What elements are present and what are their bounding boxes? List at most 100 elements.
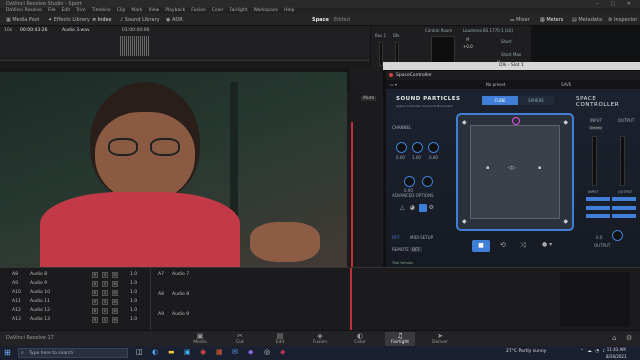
- record-arm-button[interactable]: R: [92, 271, 98, 278]
- clock[interactable]: 11:43 AM 8/26/2021: [606, 346, 627, 360]
- tab-sphere[interactable]: SPHERE: [518, 96, 554, 105]
- record-arm-button[interactable]: R: [92, 298, 98, 305]
- route-button[interactable]: [586, 197, 610, 201]
- play-button[interactable]: ■: [472, 240, 490, 252]
- store-icon[interactable]: ▣: [184, 348, 191, 356]
- page-color[interactable]: ◐ Color: [345, 332, 375, 346]
- metadata-button[interactable]: ▤ Metadata: [572, 16, 602, 24]
- window-controls[interactable]: ‒ ▢ ✕: [596, 0, 636, 8]
- playhead[interactable]: [351, 122, 353, 267]
- preset-menu-icon[interactable]: ▭ ▾: [390, 80, 397, 89]
- track-row[interactable]: A12 Audio 12 R S M 1.0: [0, 306, 150, 315]
- loop-icon[interactable]: ⟲: [500, 241, 506, 249]
- plugin-window-titlebar[interactable]: Dlk - Slot 1: [383, 62, 640, 70]
- mute-track-button[interactable]: M: [112, 289, 118, 296]
- page-media[interactable]: ▣ Media: [185, 332, 215, 346]
- mixer-button[interactable]: ⚌ Mixer: [510, 16, 530, 24]
- track-row[interactable]: A9 Audio 9: [156, 310, 216, 319]
- solo-button[interactable]: S: [102, 316, 108, 323]
- office-icon[interactable]: ▦: [216, 348, 223, 356]
- route-button[interactable]: [612, 214, 636, 219]
- advanced-options-label[interactable]: ADVANCED OPTIONS: [392, 193, 434, 198]
- source-position-handle[interactable]: [512, 117, 520, 125]
- toggle-active[interactable]: [419, 204, 427, 212]
- edge-browser-icon[interactable]: ◐: [152, 348, 158, 356]
- preset-name[interactable]: No preset: [486, 80, 505, 89]
- midi-setup-button[interactable]: MIDI SETUP: [410, 235, 433, 240]
- effects-library-button[interactable]: ✦ Effects Library: [48, 16, 90, 24]
- loudness-standard[interactable]: BS.1770-1 (LU): [483, 28, 513, 33]
- meters-button[interactable]: ▥ Meters: [540, 16, 563, 24]
- solo-button[interactable]: S: [102, 307, 108, 314]
- sound-library-button[interactable]: ♪ Sound Library: [120, 16, 160, 24]
- page-edit[interactable]: ▤ Edit: [265, 332, 295, 346]
- mode-off-toggle[interactable]: OFF: [392, 235, 400, 240]
- knob[interactable]: [412, 142, 423, 153]
- remote-select[interactable]: OFF: [410, 247, 422, 252]
- track-row[interactable]: A8 Audio 8 R S M 1.0: [0, 270, 150, 279]
- playhead[interactable]: [350, 268, 352, 331]
- route-button[interactable]: [586, 205, 610, 210]
- record-arm-button[interactable]: R: [92, 289, 98, 296]
- mute-track-button[interactable]: M: [112, 316, 118, 323]
- solo-button[interactable]: S: [102, 298, 108, 305]
- knob[interactable]: [404, 176, 415, 187]
- knob[interactable]: [428, 142, 439, 153]
- solo-button[interactable]: S: [102, 280, 108, 287]
- file-explorer-icon[interactable]: ▬: [168, 348, 175, 356]
- record-arm-button[interactable]: R: [92, 280, 98, 287]
- mute-track-button[interactable]: M: [112, 298, 118, 305]
- page-cut[interactable]: ✂ Cut: [225, 332, 255, 346]
- output-knob[interactable]: [612, 230, 623, 241]
- solo-button[interactable]: S: [102, 289, 108, 296]
- record-arm-button[interactable]: R: [92, 307, 98, 314]
- record-icon[interactable]: ● ▾: [542, 241, 552, 248]
- head-icon[interactable]: ◕: [410, 204, 418, 212]
- route-button[interactable]: [612, 205, 636, 210]
- resolve-taskbar-icon[interactable]: ◎: [264, 348, 270, 356]
- stereo-select[interactable]: Stereo: [588, 126, 604, 130]
- fader-area[interactable]: [560, 272, 630, 327]
- teams-icon[interactable]: ◆: [248, 348, 253, 356]
- tab-cube[interactable]: CUBE: [482, 96, 518, 105]
- track-row[interactable]: A8 Audio 8: [156, 290, 216, 299]
- track-row[interactable]: A10 Audio 10 R S M 1.0: [0, 288, 150, 297]
- triangle-icon[interactable]: △: [400, 204, 408, 212]
- track-row[interactable]: A11 Audio 11 R S M 1.0: [0, 297, 150, 306]
- mute-track-button[interactable]: M: [112, 280, 118, 287]
- cube-panner[interactable]: ◆ ◆ ◆ ◆ ▪ ▪ ◁▷: [456, 113, 574, 231]
- track-row[interactable]: A9 Audio 9 R S M 1.0: [0, 279, 150, 288]
- page-deliver[interactable]: ➤ Deliver: [425, 332, 455, 346]
- windows-start-icon[interactable]: ⊞: [4, 348, 11, 357]
- track-row[interactable]: A13 Audio 13 R S M 1.0: [0, 315, 150, 324]
- mail-icon[interactable]: ✉: [232, 348, 238, 356]
- record-arm-button[interactable]: R: [92, 316, 98, 323]
- track-row[interactable]: A7 Audio 7: [156, 270, 216, 279]
- mute-track-button[interactable]: M: [112, 307, 118, 314]
- gear-icon[interactable]: ⚙: [429, 204, 437, 212]
- timeline-ruler[interactable]: [0, 60, 370, 68]
- index-button[interactable]: ≡ Index: [92, 16, 112, 24]
- knob[interactable]: [396, 142, 407, 153]
- page-fairlight[interactable]: ♫ Fairlight: [385, 332, 415, 346]
- shuffle-icon[interactable]: ⤨: [520, 241, 526, 250]
- route-button[interactable]: [586, 214, 610, 219]
- knob[interactable]: [422, 176, 433, 187]
- page-fusion[interactable]: ◈ Fusion: [305, 332, 335, 346]
- system-tray-icons[interactable]: ⌃ ☁ ◔ ♪: [580, 349, 606, 354]
- task-view-icon[interactable]: ◫: [136, 348, 143, 356]
- mute-m-button[interactable]: M: [466, 37, 469, 42]
- app-icon[interactable]: ◈: [280, 348, 285, 356]
- solo-button[interactable]: S: [102, 271, 108, 278]
- home-icon[interactable]: ⌂: [612, 334, 616, 342]
- media-pool-button[interactable]: ▦ Media Pool: [6, 16, 39, 24]
- inspector-button[interactable]: ⚙ Inspector: [608, 16, 637, 24]
- save-button[interactable]: SAVE: [561, 80, 571, 89]
- route-button[interactable]: [612, 197, 636, 201]
- adr-button[interactable]: ◉ ADR: [166, 16, 183, 24]
- weather-widget[interactable]: 27°C Partly sunny: [506, 349, 546, 354]
- mute-track-button[interactable]: M: [112, 271, 118, 278]
- settings-gear-icon[interactable]: ⚙: [626, 334, 632, 342]
- taskbar-search-input[interactable]: ⌕ Type here to search: [18, 348, 128, 358]
- plugin-close-icon[interactable]: [389, 73, 393, 77]
